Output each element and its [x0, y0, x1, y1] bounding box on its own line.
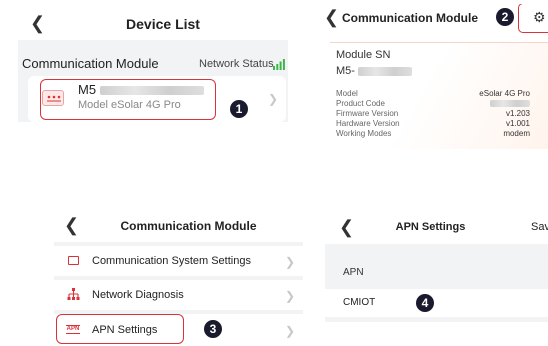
device-list-navbar: ❮ Device List — [18, 8, 288, 40]
menu-item-label: Network Diagnosis — [92, 289, 184, 301]
section-label: Communication Module — [22, 56, 159, 71]
module-sn-label: Module SN — [336, 49, 391, 61]
module-details-panel: ❮ Communication Module 2 ⚙ Module SN M5-… — [318, 4, 548, 149]
apn-field-label: APN — [343, 267, 364, 278]
redacted-product-code — [490, 100, 530, 107]
device-list-panel: ❮ Device List Communication Module Netwo… — [18, 8, 288, 122]
module-menu-navbar: ❮ Communication Module — [54, 210, 303, 242]
page-title: Communication Module — [120, 219, 257, 233]
module-menu-panel: ❮ Communication Module Communication Sys… — [54, 210, 303, 346]
apn-settings-panel: ❮ APN Settings Sav APN CMIOT 4 — [325, 210, 548, 322]
field-row: Working Modes modem — [336, 129, 530, 138]
network-tree-icon — [67, 288, 80, 306]
chevron-right-icon: ❯ — [268, 92, 279, 106]
page-title: Communication Module — [342, 11, 478, 25]
settings-gear-icon[interactable]: ⚙ — [518, 4, 548, 33]
menu-item-communication-system-settings[interactable]: Communication System Settings ❯ — [54, 246, 303, 276]
network-status-label: Network Status — [199, 58, 274, 70]
module-fields: Model eSolar 4G Pro Product Code Firmwar… — [336, 89, 530, 139]
apn-settings-navbar: ❮ APN Settings Sav — [325, 210, 548, 244]
apn-input-value: CMIOT — [343, 297, 376, 308]
page-title: APN Settings — [395, 221, 466, 233]
module-info-card: Module SN M5- Model eSolar 4G Pro Produc… — [330, 42, 548, 149]
chevron-right-icon: ❯ — [285, 255, 296, 269]
apn-input-field[interactable]: CMIOT 4 — [325, 289, 548, 317]
module-details-navbar: ❮ Communication Module 2 ⚙ — [318, 4, 548, 33]
chevron-right-icon: ❯ — [285, 324, 296, 338]
save-button[interactable]: Sav — [531, 221, 548, 233]
step-badge-3: 3 — [204, 320, 222, 338]
field-row: Firmware Version v1.203 — [336, 109, 530, 118]
step-badge-1: 1 — [230, 100, 248, 118]
settings-document-icon — [68, 256, 79, 265]
module-sn-value: M5- — [336, 65, 413, 77]
step-badge-2: 2 — [496, 8, 514, 26]
menu-item-network-diagnosis[interactable]: Network Diagnosis ❯ — [54, 280, 303, 310]
menu-item-label: Communication System Settings — [92, 255, 251, 267]
highlight-box-device — [40, 79, 216, 120]
page-title: Device List — [126, 16, 200, 32]
field-row: Product Code — [336, 99, 530, 109]
redacted-sn — [358, 66, 413, 76]
field-row: Hardware Version v1.001 — [336, 119, 530, 128]
field-row: Model eSolar 4G Pro — [336, 89, 530, 98]
signal-strength-icon — [273, 57, 285, 70]
step-badge-4: 4 — [416, 294, 434, 312]
highlight-box-apn — [56, 314, 184, 344]
chevron-right-icon: ❯ — [285, 289, 296, 303]
